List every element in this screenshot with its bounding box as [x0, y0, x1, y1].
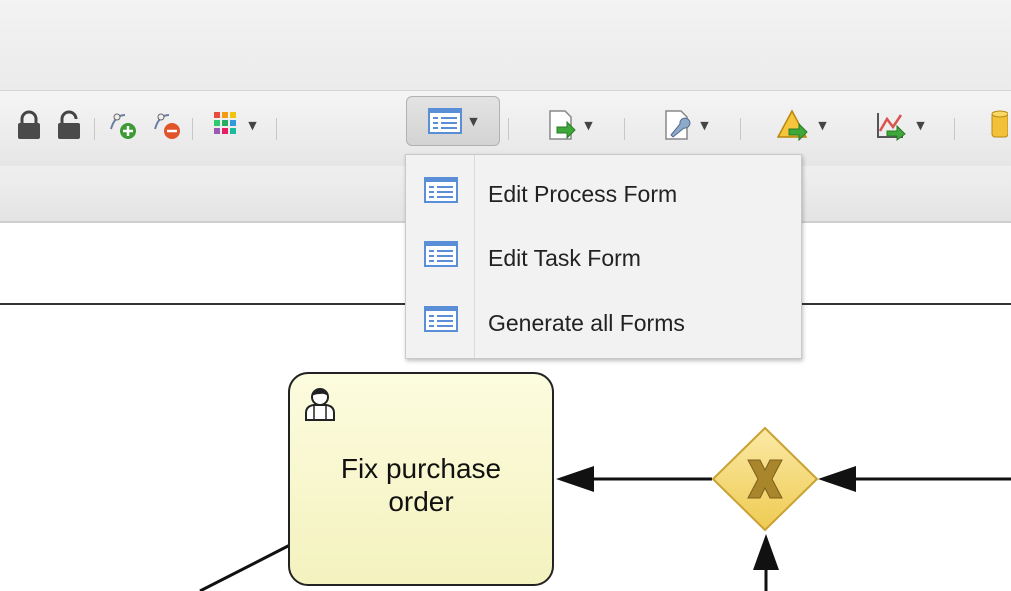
arrow-head — [556, 466, 594, 492]
form-icon — [424, 177, 458, 203]
menu-item-label: Edit Process Form — [488, 181, 678, 207]
menu-item-edit-task-form[interactable]: Edit Task Form — [406, 228, 801, 286]
menu-item-edit-process-form[interactable]: Edit Process Form — [406, 164, 801, 222]
form-icon — [424, 241, 458, 267]
sequence-flow — [199, 543, 291, 591]
task-label-line: Fix purchase — [340, 453, 502, 484]
gateway-diamond-icon — [711, 426, 819, 532]
forms-dropdown-menu: Edit Process Form Edit Task Form Generat… — [405, 154, 802, 359]
menu-item-label: Edit Task Form — [488, 245, 641, 271]
form-icon — [424, 306, 458, 332]
user-task-icon — [305, 388, 335, 421]
exclusive-gateway[interactable] — [710, 426, 820, 540]
task-label: Fix purchase order — [290, 452, 552, 518]
menu-item-label: Generate all Forms — [488, 310, 685, 336]
user-task[interactable]: Fix purchase order — [288, 372, 554, 586]
task-label-line: order — [388, 486, 454, 517]
arrow-head — [818, 466, 856, 492]
menu-item-generate-all-forms[interactable]: Generate all Forms — [406, 293, 801, 351]
